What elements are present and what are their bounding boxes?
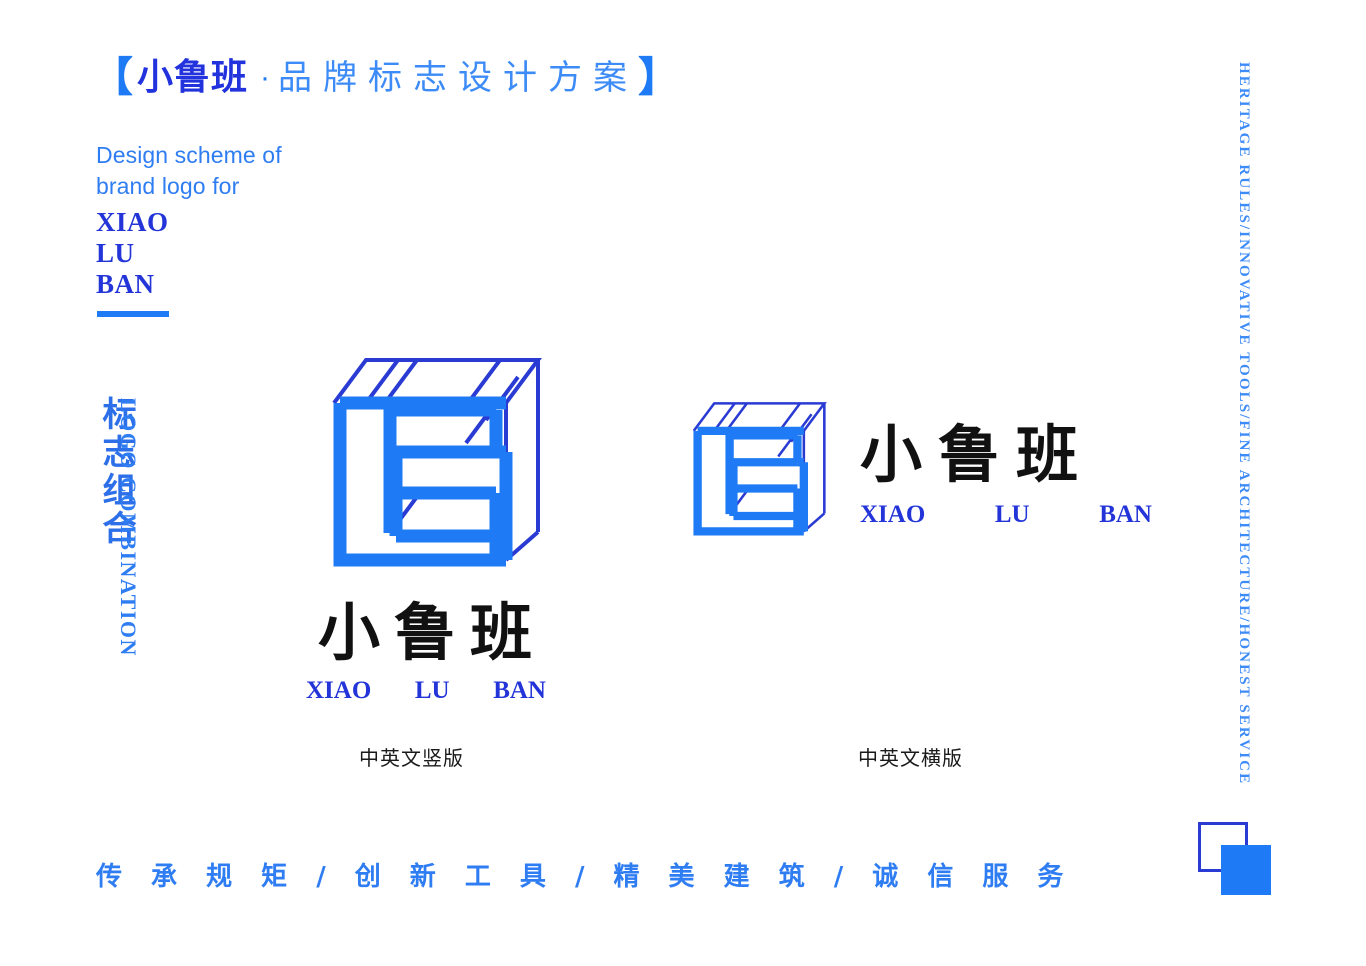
wordmark-pinyin: XIAO LU BAN (860, 502, 1152, 527)
footer-tagline: 传 承 规 矩 / 创 新 工 具 / 精 美 建 筑 / 诚 信 服 务 (96, 862, 1074, 892)
section-label-english: LOGO COMBINATION (116, 398, 141, 657)
wordmark-chinese: 小鲁班 (317, 596, 546, 669)
wordmark-chinese: 小鲁班 (860, 418, 1095, 491)
wordmark-pinyin: XIAO LU BAN (290, 678, 560, 703)
lockup-text-column: 小鲁班 XIAO LU BAN (860, 418, 1152, 528)
caption-horizontal-lockup: 中英文横版 (858, 746, 963, 770)
page-title: 【小鲁班 · 品牌标志设计方案】 (92, 57, 679, 98)
title-subject: 品牌标志设计方案 (278, 58, 639, 98)
romanization-lu: LU (96, 238, 135, 268)
bracket-close-glyph: 】 (638, 54, 680, 100)
romanization-xiao: XIAO (96, 207, 169, 237)
accent-rule-divider (97, 311, 169, 317)
poster-canvas: 【小鲁班 · 品牌标志设计方案】 Design scheme of brand lo… (0, 0, 1366, 966)
logo-lockup-horizontal: 小鲁班 XIAO LU BAN (672, 395, 1152, 550)
luban-cube-logo-icon (692, 402, 827, 536)
pinyin-lu: LU (414, 677, 450, 704)
subtitle-line-1: Design scheme of (96, 142, 282, 168)
subtitle-line-2: brand logo for (96, 173, 240, 199)
luban-cube-logo-icon (332, 358, 542, 567)
caption-vertical-lockup: 中英文竖版 (359, 746, 464, 770)
bracket-open-glyph: 【 (92, 54, 133, 100)
edge-slogan-english: HERITAGE RULES/INNOVATIVE TOOLS/FINE ARC… (1236, 62, 1252, 786)
pinyin-xiao: XIAO (860, 501, 926, 528)
title-brand-name: 小鲁班 (137, 57, 249, 98)
lockup-row: 小鲁班 XIAO LU BAN (672, 395, 1152, 550)
logo-lockup-vertical: 小鲁班 XIAO LU BAN (290, 348, 560, 703)
pinyin-xiao: XIAO (306, 677, 372, 704)
pinyin-ban: BAN (1099, 501, 1152, 528)
pinyin-ban: BAN (493, 677, 546, 704)
subtitle-brand-romanization: XIAO LU BAN (96, 207, 169, 300)
pinyin-lu: LU (994, 501, 1030, 528)
decorative-square-filled (1221, 845, 1271, 895)
title-separator-dot: · (260, 61, 271, 94)
romanization-ban: BAN (96, 269, 155, 299)
subtitle-english: Design scheme of brand logo for (96, 140, 282, 202)
